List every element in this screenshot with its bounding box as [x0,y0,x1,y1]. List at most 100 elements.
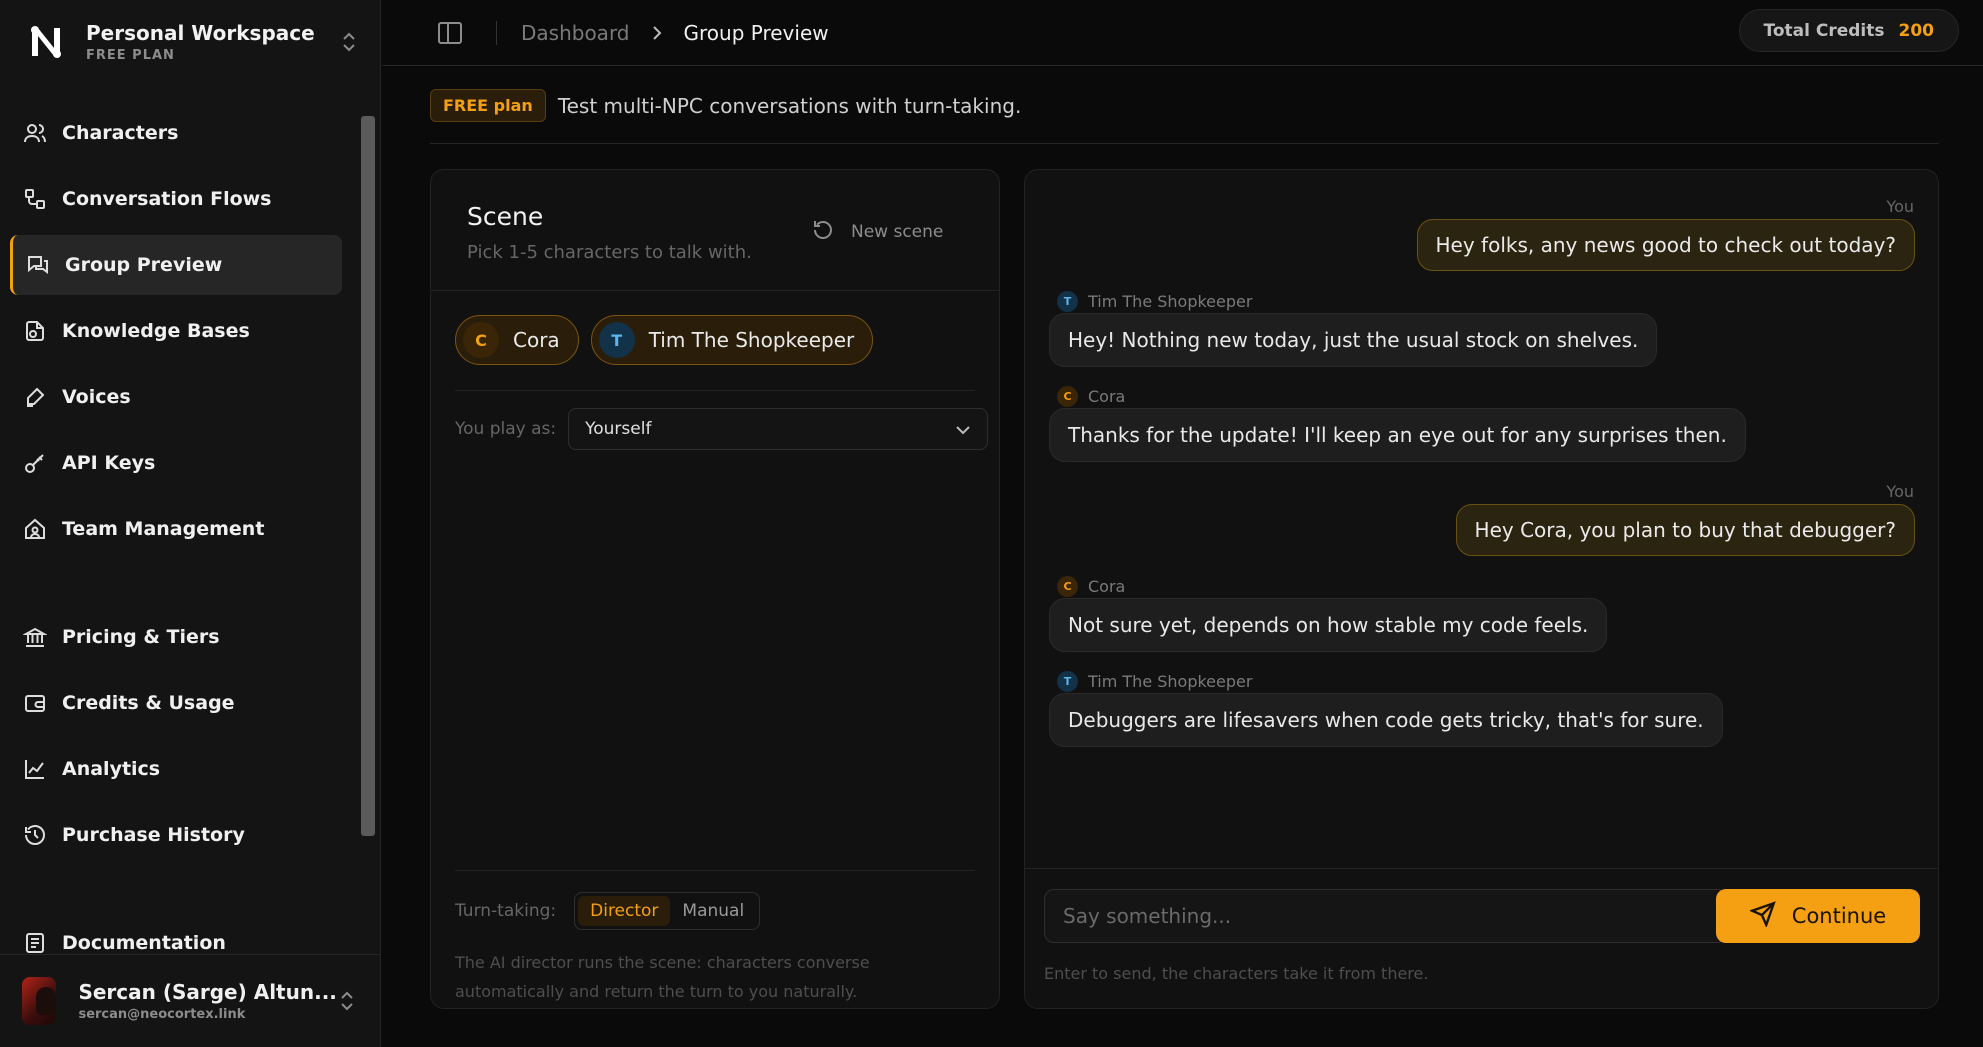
sidebar-item-label: Team Management [62,518,265,540]
sidebar-item-team-management[interactable]: Team Management [10,499,342,559]
message-input[interactable]: Say something... [1044,889,1728,943]
breadcrumb-current: Group Preview [683,20,829,45]
sender-you: You [1886,197,1914,216]
sender-name: Tim The Shopkeeper [1088,292,1253,311]
message-bubble-npc: Hey! Nothing new today, just the usual s… [1049,313,1658,367]
sender-avatar: T [1057,671,1078,692]
workspace-plan: FREE PLAN [86,48,175,63]
message-bubble-npc: Thanks for the update! I'll keep an eye … [1049,408,1746,462]
chart-line-icon [22,756,48,782]
new-scene-button[interactable]: New scene [811,218,943,246]
sidebar-item-knowledge-bases[interactable]: Knowledge Bases [10,301,342,361]
sidebar-item-label: Pricing & Tiers [62,626,220,648]
sidebar-item-credits-usage[interactable]: Credits & Usage [10,673,342,733]
turn-taking-label: Turn-taking: [455,901,557,921]
sidebar-item-conversation-flows[interactable]: Conversation Flows [10,169,342,229]
avatar [22,977,57,1025]
message-sender: C Cora [1057,576,1125,597]
scene-subtitle: Pick 1-5 characters to talk with. [467,242,752,263]
turn-taking-row: Turn-taking: Director Manual [455,892,761,930]
credits-label: Total Credits [1763,20,1885,41]
sender-name: Tim The Shopkeeper [1088,672,1253,691]
sender-name: Cora [1088,577,1126,596]
continue-button[interactable]: Continue [1716,889,1920,943]
divider [431,290,999,291]
divider [455,390,975,391]
plan-banner: FREE plan Test multi-NPC conversations w… [430,89,1021,122]
workspace-name: Personal Workspace [86,21,315,45]
message-sender: C Cora [1057,386,1125,407]
knowledge-icon [22,318,48,344]
play-as-row: You play as: Yourself [455,408,989,450]
input-hint: Enter to send, the characters take it fr… [1044,964,1429,983]
sidebar-item-label: Documentation [62,932,226,954]
character-chip-tim[interactable]: T Tim The Shopkeeper [590,315,874,365]
chevron-updown-icon[interactable] [337,987,357,1015]
workspace-switcher[interactable]: Personal Workspace FREE PLAN [18,16,363,68]
sidebar-item-pricing-tiers[interactable]: Pricing & Tiers [10,607,342,667]
turn-taking-note: The AI director runs the scene: characte… [455,953,870,1001]
wallet-icon [22,690,48,716]
user-email: sercan@neocortex.link [78,1007,246,1022]
sidebar-item-api-keys[interactable]: API Keys [10,433,342,493]
topbar: Dashboard Group Preview Total Credits 20… [382,0,1983,66]
sidebar-item-label: Credits & Usage [62,692,235,714]
character-chip-cora[interactable]: C Cora [455,315,579,365]
bank-icon [22,624,48,650]
divider [1025,868,1938,869]
chevron-updown-icon[interactable] [335,28,363,56]
sidebar-item-label: Voices [62,386,131,408]
user-menu[interactable]: Sercan (Sarge) Altun... sercan@neocortex… [0,954,381,1047]
sidebar-item-purchase-history[interactable]: Purchase History [10,805,342,865]
chevron-down-icon [955,420,971,439]
flow-icon [22,186,48,212]
character-chips: C Cora T Tim The Shopkeeper [455,315,885,365]
message-bubble-you: Hey folks, any news good to check out to… [1416,219,1915,271]
sidebar-item-label: Purchase History [62,824,245,846]
panel-toggle-icon[interactable] [436,19,464,47]
divider [430,143,1939,144]
divider [455,870,975,871]
character-avatar: C [463,322,499,358]
sidebar-item-label: Knowledge Bases [62,320,250,342]
play-as-select[interactable]: Yourself [568,408,989,450]
turn-taking-toggle: Director Manual [574,892,761,930]
continue-label: Continue [1791,904,1887,928]
sidebar: Personal Workspace FREE PLAN Characters … [0,0,381,1047]
user-name: Sercan (Sarge) Altun... [78,980,337,1004]
sender-you: You [1886,482,1914,501]
turn-option-manual[interactable]: Manual [670,896,756,926]
new-scene-label: New scene [851,222,944,242]
chat-panel: You Hey folks, any news good to check ou… [1024,169,1939,1009]
sidebar-item-voices[interactable]: Voices [10,367,342,427]
sidebar-item-label: Group Preview [65,254,223,276]
character-avatar: T [598,322,635,358]
chat-bubbles-icon [25,252,51,278]
turn-option-director[interactable]: Director [578,896,671,926]
history-icon [22,822,48,848]
banner-text: Test multi-NPC conversations with turn-t… [557,93,1022,118]
message-bubble-npc: Not sure yet, depends on how stable my c… [1049,598,1608,652]
pen-icon [22,384,48,410]
sidebar-item-label: Characters [62,122,179,144]
scene-title: Scene [467,202,544,231]
sidebar-item-group-preview[interactable]: Group Preview [10,235,342,295]
character-name: Tim The Shopkeeper [648,328,855,352]
logo-icon [18,16,74,68]
plan-badge: FREE plan [430,89,546,122]
sender-avatar: C [1057,576,1078,597]
credits-value: 200 [1898,20,1935,41]
send-icon [1748,901,1776,931]
play-as-value: Yourself [585,419,652,439]
breadcrumb-dashboard[interactable]: Dashboard [521,21,630,45]
sender-avatar: C [1057,386,1078,407]
sidebar-item-label: Analytics [62,758,161,780]
sidebar-scrollbar[interactable] [361,116,375,836]
sidebar-item-analytics[interactable]: Analytics [10,739,342,799]
home-team-icon [22,516,48,542]
credits-badge[interactable]: Total Credits 200 [1738,9,1959,52]
sidebar-item-label: API Keys [62,452,156,474]
sidebar-item-characters[interactable]: Characters [10,103,342,163]
message-sender: T Tim The Shopkeeper [1057,671,1252,692]
scene-panel: Scene Pick 1-5 characters to talk with. … [430,169,1000,1009]
